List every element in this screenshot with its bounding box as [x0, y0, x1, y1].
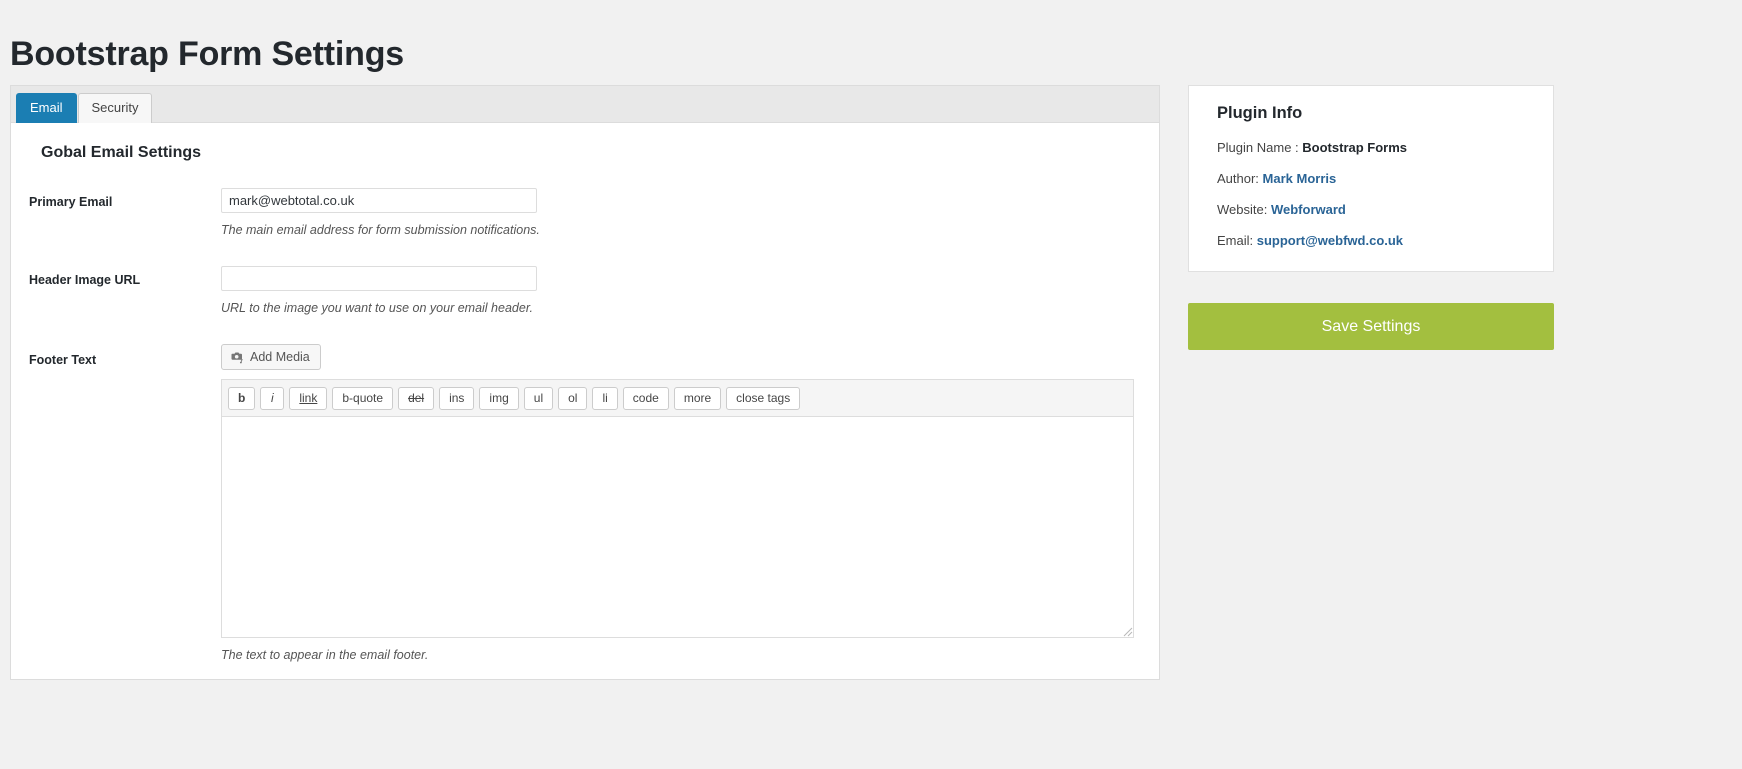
quicktag-img[interactable]: img	[479, 387, 518, 410]
author-row: Author: Mark Morris	[1217, 170, 1525, 187]
quicktag-b-quote[interactable]: b-quote	[332, 387, 393, 410]
quicktags-toolbar: b i link b-quote del ins img ul ol li co…	[221, 379, 1134, 416]
add-media-button[interactable]: Add Media	[221, 344, 321, 370]
website-label: Website:	[1217, 202, 1267, 217]
tab-bar: Email Security	[11, 86, 1159, 123]
footer-text-editor: Add Media b i link b-quote del ins img u…	[221, 344, 1134, 663]
email-label: Email:	[1217, 233, 1253, 248]
email-row: Email: support@webfwd.co.uk	[1217, 232, 1525, 249]
page-title: Bootstrap Form Settings	[10, 31, 404, 77]
panel-body: Gobal Email Settings Primary Email The m…	[11, 123, 1159, 705]
author-label: Author:	[1217, 171, 1259, 186]
section-heading: Gobal Email Settings	[41, 144, 1131, 162]
quicktag-code[interactable]: code	[623, 387, 669, 410]
tab-email[interactable]: Email	[16, 93, 77, 123]
email-link[interactable]: support@webfwd.co.uk	[1257, 233, 1403, 248]
quicktag-i[interactable]: i	[260, 387, 284, 410]
media-camera-icon	[230, 350, 245, 365]
header-image-url-input[interactable]	[221, 266, 537, 291]
header-image-url-label: Header Image URL	[29, 266, 221, 287]
settings-panel: Email Security Gobal Email Settings Prim…	[10, 85, 1160, 680]
quicktag-ul[interactable]: ul	[524, 387, 553, 410]
quicktag-b[interactable]: b	[228, 387, 255, 410]
plugin-name-label: Plugin Name :	[1217, 140, 1299, 155]
website-link[interactable]: Webforward	[1271, 202, 1346, 217]
author-link[interactable]: Mark Morris	[1263, 171, 1337, 186]
quicktag-more[interactable]: more	[674, 387, 721, 410]
footer-text-textarea[interactable]	[221, 416, 1134, 638]
header-image-url-area: URL to the image you want to use on your…	[221, 266, 1131, 316]
form-row-primary-email: Primary Email The main email address for…	[29, 188, 1131, 238]
website-row: Website: Webforward	[1217, 201, 1525, 218]
tab-security[interactable]: Security	[78, 93, 153, 123]
quicktag-link[interactable]: link	[289, 387, 327, 410]
editor-textarea-holder	[221, 416, 1134, 638]
form-row-header-image-url: Header Image URL URL to the image you wa…	[29, 266, 1131, 316]
primary-email-area: The main email address for form submissi…	[221, 188, 1131, 238]
plugin-name-row: Plugin Name : Bootstrap Forms	[1217, 139, 1525, 156]
quicktag-del[interactable]: del	[398, 387, 434, 410]
plugin-info-box: Plugin Info Plugin Name : Bootstrap Form…	[1188, 85, 1554, 272]
quicktag-ol[interactable]: ol	[558, 387, 587, 410]
quicktag-ins[interactable]: ins	[439, 387, 474, 410]
sidebar: Plugin Info Plugin Name : Bootstrap Form…	[1188, 85, 1554, 350]
settings-page: Bootstrap Form Settings Email Security G…	[0, 0, 1742, 769]
primary-email-input[interactable]	[221, 188, 537, 213]
form-row-footer-text: Footer Text Add Media	[29, 344, 1131, 663]
plugin-name-value: Bootstrap Forms	[1302, 140, 1407, 155]
footer-text-label: Footer Text	[29, 344, 221, 367]
quicktag-close-tags[interactable]: close tags	[726, 387, 800, 410]
quicktag-li[interactable]: li	[592, 387, 617, 410]
plugin-info-title: Plugin Info	[1217, 104, 1525, 123]
footer-text-help: The text to appear in the email footer.	[221, 647, 1134, 663]
add-media-label: Add Media	[250, 349, 310, 365]
primary-email-help: The main email address for form submissi…	[221, 222, 1131, 238]
save-settings-button[interactable]: Save Settings	[1188, 303, 1554, 350]
primary-email-label: Primary Email	[29, 188, 221, 209]
header-image-url-help: URL to the image you want to use on your…	[221, 300, 1131, 316]
